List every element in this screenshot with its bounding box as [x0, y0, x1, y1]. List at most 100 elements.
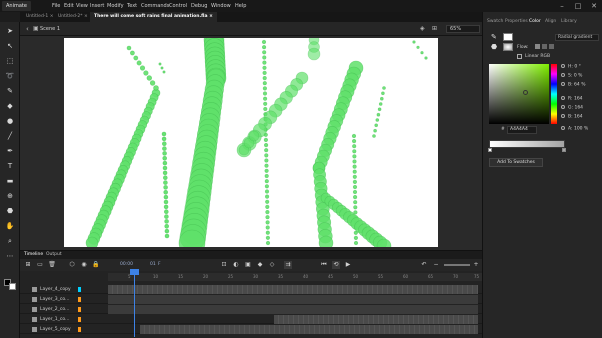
more-tools-icon[interactable]: ⋯: [4, 251, 16, 261]
timeline-zoom-slider[interactable]: [444, 264, 470, 266]
gradient-stop-left[interactable]: [488, 148, 492, 152]
undo-icon[interactable]: ↶: [420, 261, 428, 269]
tab-color[interactable]: Color: [529, 19, 541, 24]
color-picker-cursor[interactable]: [523, 90, 528, 95]
pen-icon[interactable]: ✒: [4, 146, 16, 156]
rectangle-icon[interactable]: ▬: [4, 176, 16, 186]
layer-row[interactable]: Layer_4_copy: [20, 285, 482, 294]
menu-insert[interactable]: Insert: [90, 0, 104, 12]
menu-help[interactable]: Help: [235, 0, 246, 12]
layer-frames[interactable]: [140, 325, 478, 334]
flow-extend-icon[interactable]: [535, 44, 540, 49]
lasso-icon[interactable]: ➰: [4, 71, 16, 81]
gradient-stop-right[interactable]: [562, 148, 566, 152]
layer-color-icon[interactable]: [78, 327, 81, 332]
menu-control[interactable]: Control: [169, 0, 187, 12]
selection-arrow-icon[interactable]: ➤: [4, 26, 16, 36]
tab-properties[interactable]: Properties: [505, 19, 528, 24]
new-folder-icon[interactable]: ▭: [36, 261, 44, 269]
oval-icon[interactable]: ●: [4, 116, 16, 126]
bucket-icon[interactable]: ⬣: [4, 206, 16, 216]
menu-text[interactable]: Text: [127, 0, 137, 12]
line-icon[interactable]: ╱: [4, 131, 16, 141]
layer-name[interactable]: Layer_1_co...: [40, 315, 69, 324]
layer-color-icon[interactable]: [78, 307, 81, 312]
flow-repeat-icon[interactable]: [549, 44, 554, 49]
doc-tab-untitled-1[interactable]: Untitled-1 ×: [22, 12, 58, 22]
hue-row[interactable]: H: 0 °: [561, 64, 581, 70]
layer-name[interactable]: Layer_3_co...: [40, 295, 69, 304]
delete-layer-icon[interactable]: 🗑: [48, 261, 56, 269]
saturation-row[interactable]: S: 0 %: [561, 73, 582, 79]
doc-tab-untitled-2[interactable]: Untitled-2* ×: [54, 12, 92, 22]
frame-readout[interactable]: 01: [150, 261, 156, 269]
stage-canvas[interactable]: [64, 29, 438, 257]
doc-tab-active[interactable]: There will come soft rains final animati…: [90, 12, 217, 22]
red-row[interactable]: R: 164: [561, 96, 583, 102]
color-picker-field[interactable]: [489, 64, 549, 124]
add-to-swatches-button[interactable]: Add To Swatches: [489, 158, 543, 167]
layer-color-icon[interactable]: [78, 297, 81, 302]
menu-commands[interactable]: Commands: [141, 0, 169, 12]
edit-multiple-icon[interactable]: ▣: [244, 261, 252, 269]
pencil-icon[interactable]: ✎: [4, 86, 16, 96]
gradient-bar[interactable]: [488, 140, 566, 152]
hex-input[interactable]: A4A4A4: [507, 126, 537, 134]
layer-frames[interactable]: [108, 285, 478, 294]
eyedropper-icon[interactable]: ⊕: [4, 191, 16, 201]
close-icon[interactable]: ✕: [586, 0, 602, 12]
layer-frames[interactable]: [108, 295, 478, 304]
tab-output[interactable]: Output: [46, 251, 62, 259]
layer-frames[interactable]: [274, 315, 478, 324]
new-layer-icon[interactable]: ⊞: [24, 261, 32, 269]
layer-name[interactable]: Layer_4_copy: [40, 285, 71, 294]
gradient-type-select[interactable]: Radial gradient: [555, 34, 599, 41]
frame-ruler[interactable]: 5 10 15 20 25 30 35 40 45 50 55 60 65 70…: [108, 273, 482, 281]
text-icon[interactable]: T: [4, 161, 16, 171]
fill-bucket-icon[interactable]: ⬣: [491, 43, 497, 51]
playhead-line[interactable]: [134, 269, 135, 337]
layer-row[interactable]: Layer_5_copy: [20, 325, 482, 334]
layer-name[interactable]: Layer_2_co...: [40, 305, 69, 314]
stroke-pencil-icon[interactable]: ✎: [491, 33, 497, 41]
subselection-icon[interactable]: ↖: [4, 41, 16, 51]
free-transform-icon[interactable]: ⬚: [4, 56, 16, 66]
tab-align[interactable]: Align: [545, 19, 556, 24]
alpha-row[interactable]: A: 100 %: [561, 126, 588, 132]
layer-name[interactable]: Layer_5_copy: [40, 325, 71, 334]
zoom-select[interactable]: 65%: [446, 25, 480, 33]
stroke-swatch[interactable]: [503, 33, 513, 41]
loop-icon[interactable]: ⟲: [332, 261, 340, 269]
brightness-row[interactable]: B: 64 %: [561, 82, 585, 88]
onion-skin-icon[interactable]: ◐: [232, 261, 240, 269]
layer-row[interactable]: Layer_1_co...: [20, 315, 482, 324]
maximize-icon[interactable]: □: [570, 0, 586, 12]
tween-icon[interactable]: ⇉: [284, 261, 292, 269]
tab-library[interactable]: Library: [561, 19, 577, 24]
menu-debug[interactable]: Debug: [191, 0, 207, 12]
green-row[interactable]: G: 164: [561, 105, 583, 111]
eraser-icon[interactable]: ◆: [4, 101, 16, 111]
center-stage-icon[interactable]: ⊞: [432, 25, 437, 32]
layer-frames[interactable]: [108, 305, 478, 314]
tab-swatch[interactable]: Swatch: [487, 19, 503, 24]
minimize-icon[interactable]: –: [554, 0, 570, 12]
highlight-layers-icon[interactable]: ◉: [80, 261, 88, 269]
scene-label[interactable]: Scene 1: [40, 24, 60, 34]
layer-row[interactable]: Layer_2_co...: [20, 305, 482, 314]
show-parent-icon[interactable]: ⬡: [68, 261, 76, 269]
app-name[interactable]: Animate: [2, 1, 31, 11]
flow-reflect-icon[interactable]: [542, 44, 547, 49]
fill-color-swatch[interactable]: [9, 283, 16, 290]
menu-edit[interactable]: Edit: [64, 0, 74, 12]
center-frame-icon[interactable]: ⊡: [220, 261, 228, 269]
fill-swatch[interactable]: [503, 43, 513, 51]
menu-modify[interactable]: Modify: [107, 0, 124, 12]
insert-keyframe-icon[interactable]: ◆: [256, 261, 264, 269]
play-icon[interactable]: ▶: [344, 261, 352, 269]
back-arrow-icon[interactable]: ‹: [26, 24, 29, 34]
menu-window[interactable]: Window: [211, 0, 231, 12]
zoom-icon[interactable]: ⌕: [4, 236, 16, 246]
rewind-icon[interactable]: ⏮: [320, 261, 328, 269]
layer-color-icon[interactable]: [78, 317, 81, 322]
